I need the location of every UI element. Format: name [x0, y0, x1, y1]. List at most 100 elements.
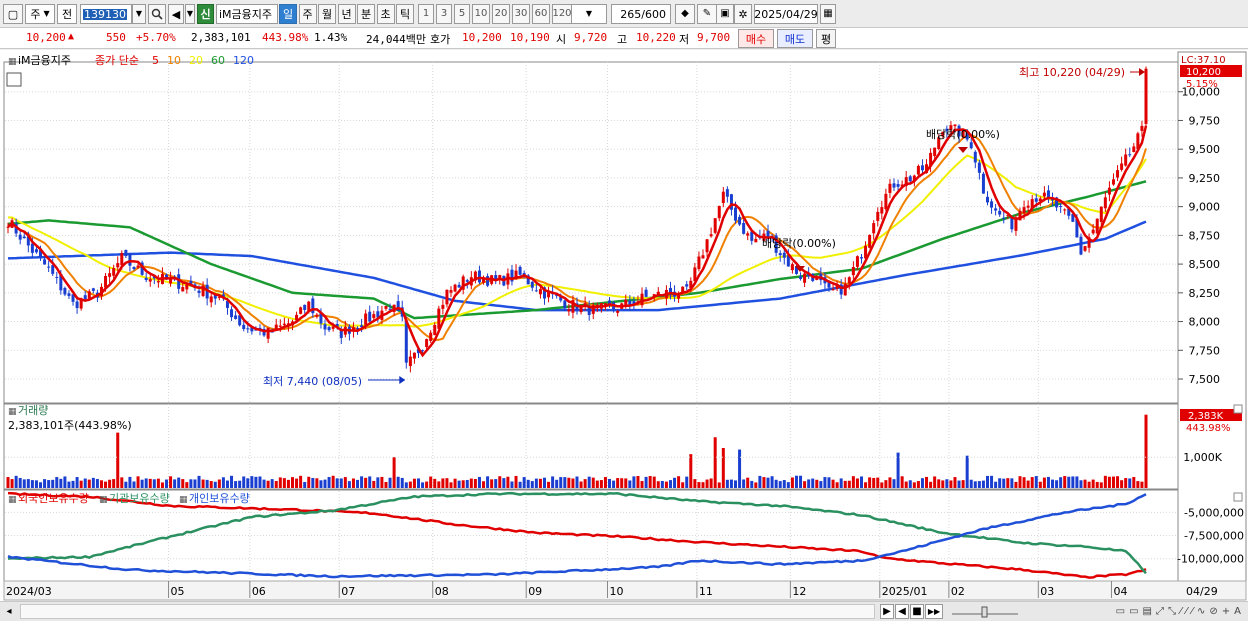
volume-bar [567, 477, 571, 488]
play-icon[interactable]: ▶ [880, 604, 894, 619]
drawing-tools-icon-row[interactable]: ▭▭▤⤢⤡⁄⁄⁄∿⊘+A [1025, 604, 1245, 619]
volume-bar [453, 478, 457, 488]
volume-bar [234, 481, 238, 488]
x-tick-label: 06 [252, 585, 266, 598]
volume-bar [242, 476, 246, 488]
gear-icon[interactable]: ✲ [734, 4, 752, 24]
volume-bar [644, 476, 648, 488]
date-input[interactable]: 2025/04/29 [754, 4, 818, 24]
volume-bar [689, 454, 693, 488]
candle-body [790, 264, 794, 271]
candle-body [384, 306, 388, 309]
volume-bar [160, 482, 164, 488]
period-tab-5[interactable]: 초 [376, 4, 395, 24]
candle-body [1083, 246, 1087, 251]
candle-body [197, 290, 201, 293]
type-select[interactable]: 주 ▼ [25, 4, 55, 24]
price-legend-title: iM금융지주 [18, 54, 71, 67]
search-icon[interactable] [148, 4, 166, 24]
interval-button-5[interactable]: 5 [454, 4, 470, 24]
stock-code-input[interactable]: 139130 [80, 4, 132, 24]
candle-body [234, 315, 238, 319]
volume-bar [1136, 481, 1140, 488]
volume-bar [547, 481, 551, 488]
interval-button-20[interactable]: 20 [492, 4, 510, 24]
volume-bar [742, 479, 746, 488]
buy-button[interactable]: 매수 [738, 29, 774, 48]
volume-bar [205, 479, 209, 488]
chart-panel[interactable]: 10,000 9,750 9,500 9,250 9,000 8,750 8,500 8,25… [0, 50, 1248, 603]
interval-button-3[interactable]: 3 [436, 4, 452, 24]
period-tab-6[interactable]: 틱 [396, 4, 414, 24]
volume-bar [953, 477, 957, 488]
ex-dividend-annotation-2: 배당락(0.00%) [762, 237, 836, 250]
window-menu-icon[interactable]: ▢ [3, 4, 23, 24]
data-count-field[interactable]: 265/600 [611, 4, 671, 24]
period-tab-4[interactable]: 분 [357, 4, 375, 24]
scroll-left-icon[interactable]: ◂ [3, 604, 15, 619]
volume-bar [1034, 476, 1038, 488]
chart-tool-icon[interactable]: ◆ [675, 4, 695, 24]
candle-body [754, 238, 758, 243]
code-dropdown-button[interactable]: ▼ [132, 4, 146, 24]
calendar-icon[interactable]: ▦ [820, 4, 836, 24]
volume-bar [425, 481, 429, 488]
volume-bar [238, 480, 242, 488]
volume-bar [542, 477, 546, 488]
interval-button-30[interactable]: 30 [512, 4, 530, 24]
period-tab-3[interactable]: 년 [337, 4, 356, 24]
lc-label: LC:37.10 [1181, 55, 1226, 66]
volume-bar [551, 476, 555, 488]
stock-code-value: 139130 [83, 7, 127, 21]
zoom-slider[interactable] [950, 604, 1020, 619]
scroll-track[interactable] [20, 604, 875, 619]
volume-bar [990, 475, 994, 488]
stop-icon[interactable]: ■ [910, 604, 924, 619]
volume-bar [937, 479, 941, 488]
candle-body [851, 267, 855, 276]
candle-body [91, 288, 95, 291]
sell-button-label: 매도 [784, 32, 806, 46]
speaker-dropdown-button[interactable]: ▼ [185, 4, 195, 24]
interval-button-120[interactable]: 120 [552, 4, 572, 24]
trade-amount: 24,044백만 [366, 33, 426, 46]
volume-bar [750, 480, 754, 488]
fast-forward-icon[interactable]: ▶▶ [925, 604, 943, 619]
bottom-scrollbar: ◂ ▶ ◀ ■ ▶▶ ▭▭▤⤢⤡⁄⁄⁄∿⊘+A [0, 601, 1248, 621]
sell-button[interactable]: 매도 [777, 29, 813, 48]
interval-dropdown[interactable]: ▼ [571, 4, 607, 24]
speaker-icon[interactable]: ◀ [168, 4, 184, 24]
holding-tick-label: -5,000,000 [1184, 506, 1244, 519]
draw-tool-icon[interactable]: ✎ [697, 4, 717, 24]
volume-bar [685, 476, 689, 488]
candle-body [1144, 68, 1148, 124]
volume-bar [705, 479, 709, 488]
period-tab-2[interactable]: 월 [318, 4, 336, 24]
eval-button[interactable]: 평 [816, 29, 836, 48]
save-icon[interactable]: ▣ [716, 4, 734, 24]
volume-bar [169, 476, 173, 488]
stock-chart-svg[interactable]: 10,0009,7509,5009,2509,0008,7508,5008,25… [0, 50, 1248, 603]
candle-body [453, 284, 457, 292]
volume-bar [112, 479, 116, 488]
volume-bar [30, 480, 34, 488]
period-tab-1[interactable]: 주 [298, 4, 317, 24]
new-badge-button[interactable]: 신 [197, 4, 214, 24]
volume-bar [758, 475, 762, 488]
data-count-total: /600 [641, 7, 666, 21]
ma-legend-period: 5 [152, 54, 159, 67]
candle-body [408, 356, 412, 367]
rewind-icon[interactable]: ◀ [895, 604, 909, 619]
period-tab-0[interactable]: 일 [279, 4, 297, 24]
candle-body [998, 210, 1002, 215]
stock-name-field[interactable]: iM금융지주 [216, 4, 278, 24]
volume-bar [335, 478, 339, 488]
volume-bar [677, 476, 681, 488]
volume-bar [559, 477, 563, 488]
candle-body [209, 296, 213, 303]
interval-button-10[interactable]: 10 [472, 4, 490, 24]
volume-bar [270, 479, 274, 488]
interval-button-60[interactable]: 60 [532, 4, 550, 24]
interval-button-1[interactable]: 1 [418, 4, 434, 24]
market-select[interactable]: 전 [57, 4, 77, 24]
